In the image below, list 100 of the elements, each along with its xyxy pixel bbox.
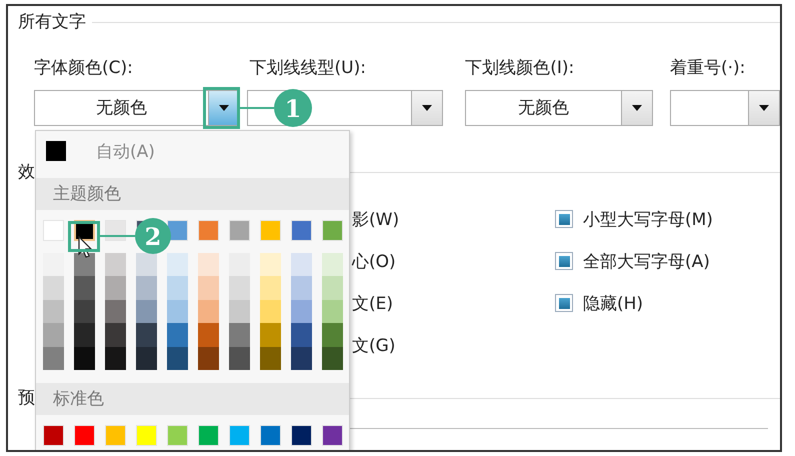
color-swatch[interactable]: [291, 424, 312, 446]
menu-header: 主题颜色: [36, 178, 349, 210]
caret-icon: [218, 105, 229, 111]
color-swatch[interactable]: [198, 220, 219, 241]
color-swatch[interactable]: [136, 300, 157, 324]
color-swatch[interactable]: [291, 276, 312, 300]
highlight-frame: [203, 87, 240, 129]
color-swatch[interactable]: [136, 346, 157, 370]
color-swatch[interactable]: [260, 323, 281, 347]
dropdown-field[interactable]: [670, 90, 780, 126]
checkbox-label: 小型大写字母(M): [583, 208, 713, 230]
leader-line: [100, 235, 135, 237]
color-swatch[interactable]: [322, 276, 343, 300]
color-swatch[interactable]: [105, 276, 126, 300]
color-swatch[interactable]: [291, 346, 312, 370]
cursor-icon: [78, 236, 92, 258]
color-swatch[interactable]: [198, 346, 219, 370]
color-swatch[interactable]: [260, 346, 281, 370]
color-swatch[interactable]: [291, 300, 312, 324]
caret-icon: [759, 105, 769, 111]
checkbox-label: 心(O): [352, 250, 397, 274]
dropdown-button[interactable]: [748, 91, 779, 125]
color-swatch[interactable]: [260, 300, 281, 324]
color-swatch[interactable]: [198, 300, 219, 324]
checkbox[interactable]: [555, 294, 573, 312]
color-swatch[interactable]: [198, 253, 219, 276]
color-swatch[interactable]: [43, 323, 64, 347]
color-swatch[interactable]: [260, 253, 281, 276]
color-swatch[interactable]: [322, 220, 343, 241]
leader-line: [240, 107, 274, 109]
checkbox[interactable]: [555, 252, 573, 270]
group-title: 所有文字: [18, 11, 86, 34]
dropdown-button[interactable]: [208, 91, 239, 125]
color-swatch[interactable]: [105, 346, 126, 370]
color-swatch[interactable]: [74, 346, 95, 370]
dropdown-button[interactable]: [411, 91, 442, 125]
field-label: 着重号(·):: [670, 57, 746, 80]
dropdown-field[interactable]: 无颜色: [465, 90, 653, 126]
caret-icon: [422, 105, 432, 111]
color-swatch[interactable]: [229, 424, 250, 446]
color-swatch[interactable]: [198, 323, 219, 347]
color-swatch[interactable]: [43, 424, 64, 446]
checkbox-label: 文(E): [352, 292, 394, 316]
field-label: 字体颜色(C):: [34, 57, 134, 80]
color-swatch[interactable]: [74, 253, 95, 276]
color-swatch[interactable]: [105, 220, 126, 241]
color-swatch[interactable]: [322, 346, 343, 370]
color-swatch[interactable]: [198, 424, 219, 446]
color-swatch[interactable]: [322, 253, 343, 276]
checkbox-label: 隐藏(H): [583, 292, 644, 314]
color-swatch[interactable]: [229, 346, 250, 370]
color-swatch[interactable]: [74, 424, 95, 446]
color-swatch[interactable]: [167, 346, 188, 370]
dropdown-button[interactable]: [621, 91, 652, 125]
color-swatch[interactable]: [43, 276, 64, 300]
color-swatch[interactable]: [229, 323, 250, 347]
color-swatch[interactable]: [167, 323, 188, 347]
field-label: 下划线线型(U):: [248, 57, 367, 80]
color-swatch[interactable]: [291, 323, 312, 347]
color-swatch[interactable]: [105, 253, 126, 276]
color-swatch[interactable]: [167, 276, 188, 300]
color-swatch[interactable]: [229, 220, 250, 241]
caret-icon: [632, 105, 642, 111]
color-swatch[interactable]: [43, 253, 64, 276]
checkbox-label: 影(W): [352, 208, 400, 232]
color-swatch[interactable]: [43, 346, 64, 370]
color-swatch[interactable]: [136, 253, 157, 276]
color-swatch[interactable]: [136, 424, 157, 446]
section-title: 效: [18, 161, 35, 184]
dropdown-field[interactable]: 无颜色: [34, 90, 240, 126]
color-swatch[interactable]: [229, 276, 250, 300]
menu-header: 标准色: [36, 382, 349, 415]
color-swatch[interactable]: [260, 276, 281, 300]
color-swatch[interactable]: [322, 300, 343, 324]
color-swatch[interactable]: [167, 300, 188, 324]
color-swatch[interactable]: [291, 220, 312, 241]
color-swatch[interactable]: [260, 424, 281, 446]
highlight-frame: [68, 220, 100, 252]
color-swatch[interactable]: [136, 276, 157, 300]
color-swatch[interactable]: [229, 300, 250, 324]
color-swatch[interactable]: [167, 253, 188, 276]
color-swatch[interactable]: [291, 253, 312, 276]
color-swatch[interactable]: [43, 220, 64, 241]
color-swatch[interactable]: [136, 323, 157, 347]
color-swatch[interactable]: [105, 323, 126, 347]
color-swatch[interactable]: [260, 220, 281, 241]
color-swatch[interactable]: [322, 424, 343, 446]
color-swatch[interactable]: [74, 276, 95, 300]
color-swatch[interactable]: [74, 323, 95, 347]
section-title: 预: [18, 387, 35, 410]
color-swatch[interactable]: [229, 253, 250, 276]
color-swatch[interactable]: [74, 300, 95, 324]
color-swatch[interactable]: [105, 424, 126, 446]
checkbox[interactable]: [555, 210, 573, 228]
checkbox-label: 文(G): [352, 334, 396, 358]
color-swatch[interactable]: [43, 300, 64, 324]
color-swatch[interactable]: [322, 323, 343, 347]
color-swatch[interactable]: [105, 300, 126, 324]
color-swatch[interactable]: [198, 276, 219, 300]
color-swatch[interactable]: [167, 424, 188, 446]
